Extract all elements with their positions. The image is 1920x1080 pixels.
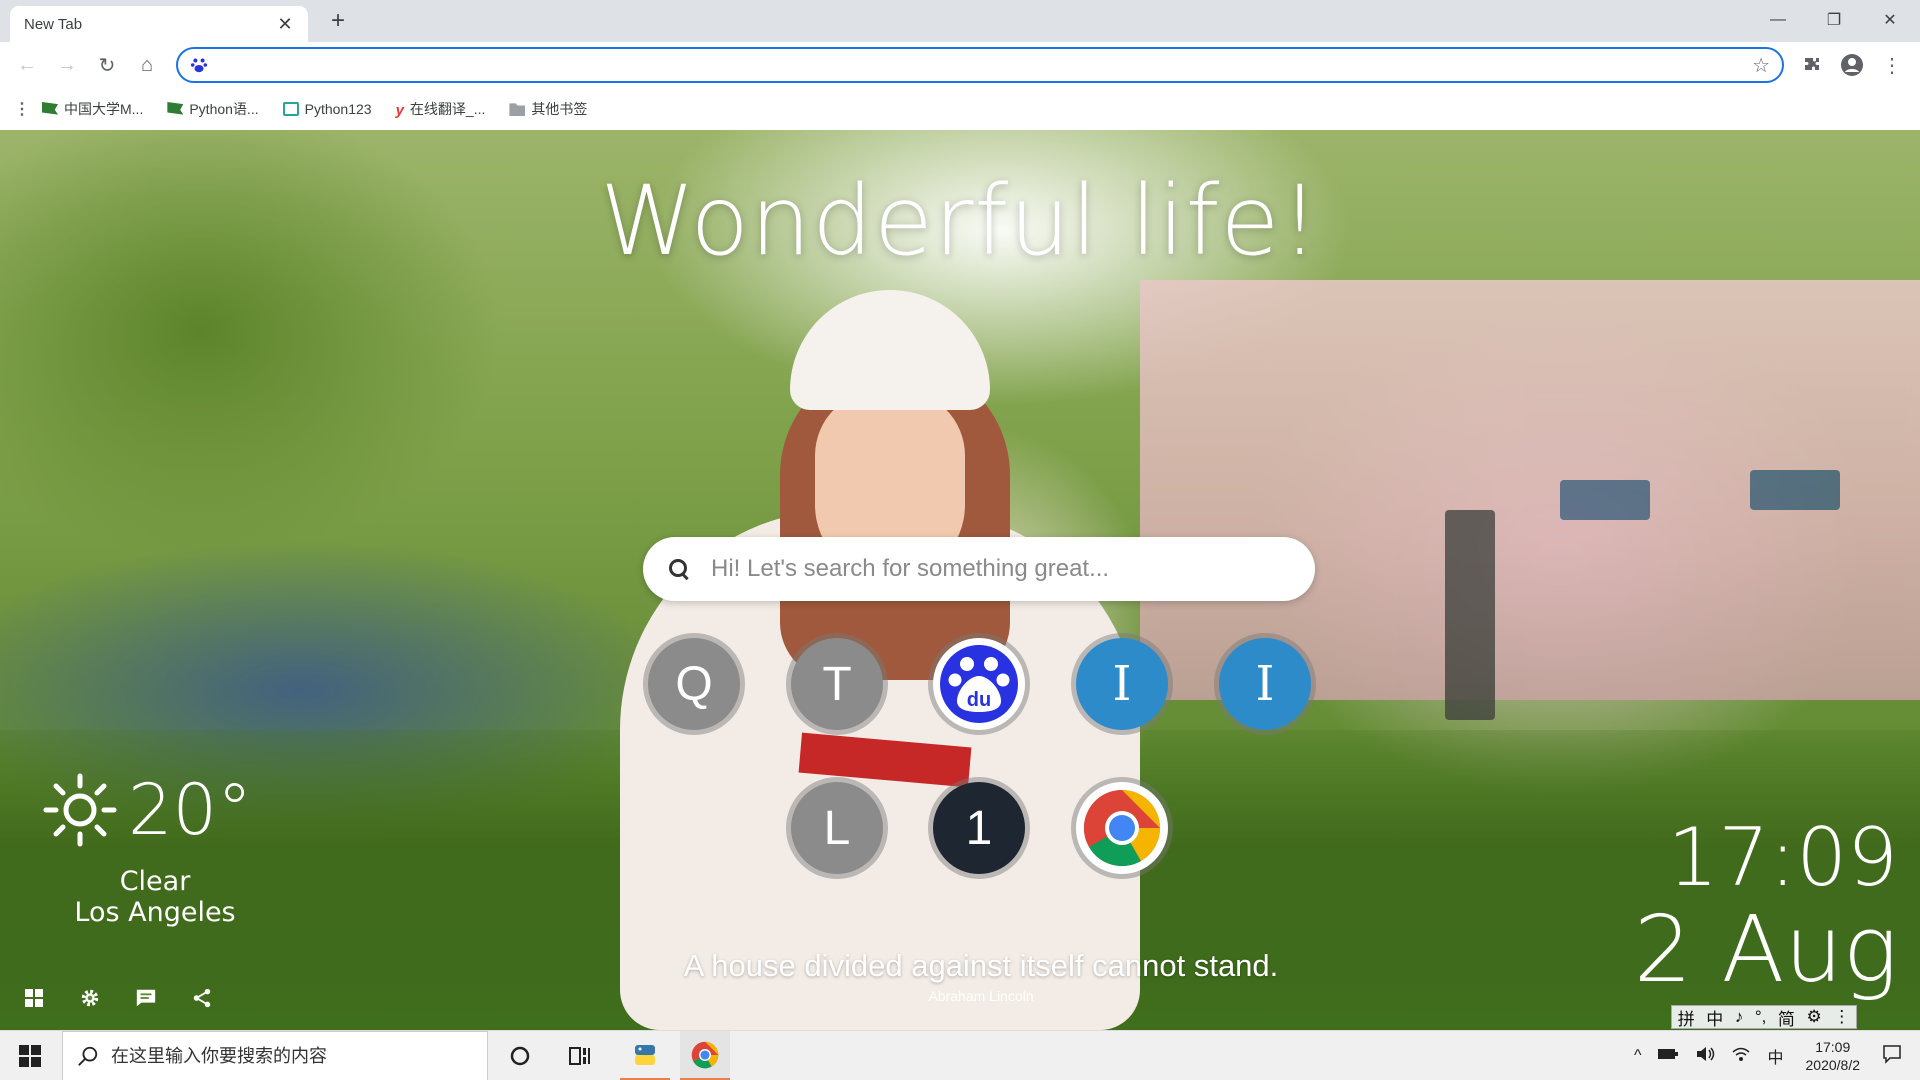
comment-icon[interactable] — [134, 986, 158, 1010]
shortcut-l[interactable]: L — [791, 782, 883, 874]
wifi-icon[interactable] — [1731, 1045, 1751, 1068]
bookmark-mooc[interactable]: 中国大学M... — [42, 99, 143, 119]
chrome-app-icon[interactable] — [680, 1031, 730, 1080]
tab-new-tab[interactable]: New Tab ✕ — [10, 6, 308, 42]
close-window-button[interactable]: ✕ — [1862, 0, 1918, 40]
sun-icon — [43, 773, 117, 847]
bookmark-label: Python123 — [304, 101, 372, 117]
taskbar-search-box[interactable] — [62, 1031, 488, 1080]
search-icon — [667, 557, 691, 581]
restore-button[interactable]: ❐ — [1806, 0, 1862, 40]
gear-icon[interactable] — [78, 986, 102, 1010]
ime-item[interactable]: ⚙ — [1806, 1007, 1821, 1027]
cortana-icon[interactable] — [495, 1031, 545, 1080]
python123-icon — [282, 102, 299, 116]
tray-time: 17:09 — [1815, 1038, 1851, 1055]
baidu-paw-icon — [190, 58, 208, 73]
apps-icon[interactable]: ⋮ — [14, 99, 30, 119]
apps-grid-icon[interactable] — [22, 986, 46, 1010]
bookmark-star-icon[interactable]: ☆ — [1752, 53, 1770, 78]
tab-strip: New Tab ✕ + — ❐ ✕ — [0, 0, 1920, 42]
bookmark-python-lang[interactable]: Python语... — [167, 99, 259, 119]
shortcut-i-2[interactable]: I — [1219, 638, 1311, 730]
tab-title: New Tab — [24, 15, 83, 33]
home-button[interactable]: ⌂ — [132, 50, 162, 80]
task-view-icon[interactable] — [555, 1031, 605, 1080]
battery-icon[interactable] — [1657, 1047, 1679, 1066]
bookmark-label: 其他书签 — [531, 101, 588, 117]
newtab-search-box[interactable] — [643, 537, 1315, 601]
svg-text:du: du — [967, 689, 991, 711]
bookmarks-bar: ⋮ 中国大学M... Python语... Python123 y 在线翻译_.… — [0, 88, 1920, 130]
shortcut-q[interactable]: Q — [648, 638, 740, 730]
weather-condition: Clear — [119, 866, 191, 897]
folder-icon — [509, 103, 526, 116]
notification-center-icon[interactable] — [1882, 1044, 1902, 1069]
tray-ime-indicator[interactable]: 中 — [1767, 1044, 1783, 1068]
tray-chevron-up-icon[interactable]: ^ — [1634, 1047, 1642, 1065]
weather-city: Los Angeles — [74, 897, 236, 928]
volume-icon[interactable] — [1695, 1045, 1715, 1068]
bookmark-label: 中国大学M... — [64, 101, 144, 117]
windows-taskbar: ^ 中 17:09 2020/8/2 — [0, 1030, 1920, 1080]
browser-toolbar: ← → ↻ ⌂ ☆ ⋮ — [0, 42, 1920, 88]
quote-widget: A house divided against itself cannot st… — [0, 948, 1920, 1004]
ime-item[interactable]: 简 — [1778, 1005, 1795, 1030]
page-headline: Wonderful life! — [600, 165, 1320, 277]
reload-button[interactable]: ↻ — [92, 50, 122, 80]
tab-close-icon[interactable]: ✕ — [274, 14, 296, 35]
taskbar-search-input[interactable] — [111, 1045, 471, 1067]
newtab-tools — [22, 986, 214, 1010]
chrome-menu-button[interactable]: ⋮ — [1877, 50, 1907, 80]
bookmark-label: 在线翻译_... — [409, 101, 486, 117]
shortcut-chrome[interactable] — [1076, 782, 1168, 874]
search-icon — [78, 1046, 98, 1066]
flag-icon — [167, 102, 184, 115]
weather-widget[interactable]: 20° Clear Los Angeles — [40, 770, 270, 928]
back-button[interactable]: ← — [12, 50, 42, 80]
ime-item[interactable]: ⋮ — [1833, 1007, 1850, 1027]
forward-button[interactable]: → — [52, 50, 82, 80]
bookmark-translate[interactable]: y 在线翻译_... — [396, 99, 486, 119]
windows-start-icon[interactable] — [0, 1031, 60, 1080]
ime-item[interactable]: 中 — [1706, 1005, 1723, 1030]
ime-item[interactable]: °, — [1755, 1007, 1767, 1027]
extensions-puzzle-icon[interactable] — [1797, 50, 1827, 80]
new-tab-button[interactable]: + — [324, 8, 352, 36]
background-building — [1140, 280, 1920, 720]
share-icon[interactable] — [190, 986, 214, 1010]
profile-avatar-icon[interactable] — [1837, 50, 1867, 80]
weather-temperature: 20° — [128, 769, 253, 851]
minimize-button[interactable]: — — [1750, 0, 1806, 40]
quote-text: A house divided against itself cannot st… — [683, 948, 1279, 983]
tray-date: 2020/8/2 — [1805, 1057, 1861, 1073]
chrome-logo-icon — [1083, 789, 1161, 867]
shortcut-t[interactable]: T — [791, 638, 883, 730]
shortcut-i-1[interactable]: I — [1076, 638, 1168, 730]
ime-item[interactable]: 拼 — [1678, 1005, 1695, 1030]
python-app-icon[interactable] — [620, 1031, 670, 1080]
flag-icon — [42, 102, 58, 115]
bookmark-label: Python语... — [189, 101, 259, 117]
omnibox-input[interactable] — [218, 56, 1753, 74]
bookmark-other-folder[interactable]: 其他书签 — [509, 99, 587, 119]
youdao-icon: y — [395, 102, 404, 119]
omnibox[interactable]: ☆ — [176, 47, 1784, 83]
ime-toolbar[interactable]: 拼 中 ♪ °, 简 ⚙ ⋮ — [1671, 1005, 1857, 1029]
bookmark-python123[interactable]: Python123 — [282, 101, 372, 117]
shortcut-baidu[interactable]: du — [933, 638, 1025, 730]
shortcut-1[interactable]: 1 — [933, 782, 1025, 874]
clock-time: 17:09 — [1667, 811, 1898, 904]
baidu-paw-icon: du — [940, 645, 1018, 723]
newtab-search-input[interactable] — [711, 555, 1291, 583]
ime-item[interactable]: ♪ — [1735, 1007, 1744, 1027]
quote-author: Abraham Lincoln — [928, 988, 1034, 1004]
tray-clock[interactable]: 17:09 2020/8/2 — [1806, 1038, 1861, 1074]
system-tray: ^ 中 17:09 2020/8/2 — [1626, 1031, 1920, 1080]
